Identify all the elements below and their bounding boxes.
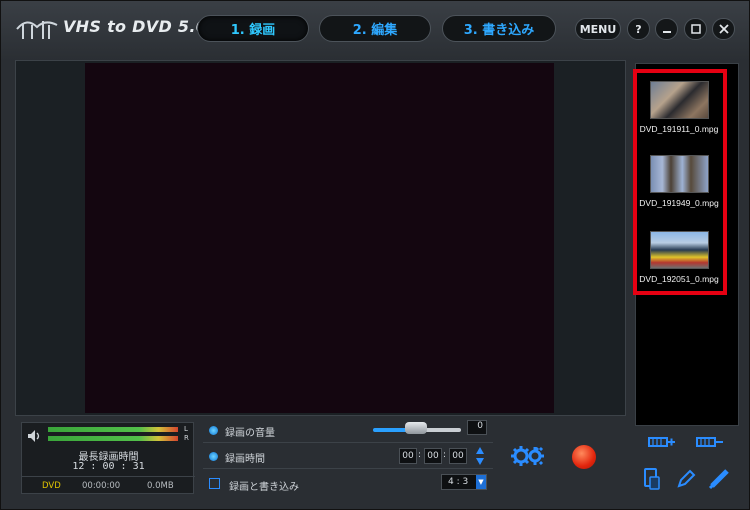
help-button[interactable]: ? [627,18,650,40]
record-and-burn-checkbox[interactable] [209,478,220,489]
edit-button[interactable] [675,467,697,491]
chevron-down-icon: ▼ [476,475,486,489]
tab-edit[interactable]: 2. 編集 [319,15,431,42]
radio-dot-icon[interactable] [209,452,218,461]
settings-button[interactable] [509,442,545,470]
record-time-label: 録画時間 [225,454,265,465]
usb-button[interactable] [707,467,731,491]
app-title: VHS to DVD 5.0 [63,17,208,36]
add-clip-button[interactable] [647,433,677,451]
remove-film-icon [696,437,723,447]
level-meter-right [48,436,178,441]
remove-clip-button[interactable] [695,433,725,451]
speaker-icon [28,430,40,442]
minimize-icon [662,31,671,33]
aspect-ratio-value: 4 : 3 [448,477,469,487]
device-icon [644,468,660,490]
file-panel-toolbar [635,429,739,499]
record-time-row: 録画時間 00 : 00 : 00 [203,445,493,469]
video-preview-area [15,60,626,416]
tab-record[interactable]: 1. 録画 [197,15,309,42]
audio-level-panel: L R 最長録画時間 12 : 00 : 31 DVD 00:00:00 0.0… [21,422,195,494]
maximize-button[interactable] [684,18,707,40]
radio-dot-icon [209,426,218,435]
volume-row: 録画の音量 0 [203,419,493,443]
device-button[interactable] [641,467,663,491]
close-button[interactable] [712,18,735,40]
selection-highlight-box [633,69,727,295]
left-channel-label: L [184,425,188,433]
title-bar: VHS to DVD 5.0 1. 録画 2. 編集 3. 書き込み MENU … [1,1,750,56]
record-time-minutes[interactable]: 00 [424,448,442,464]
video-preview [85,63,554,413]
app-window: VHS to DVD 5.0 1. 録画 2. 編集 3. 書き込み MENU … [0,0,750,510]
level-meter-left [48,427,178,432]
media-type: DVD [42,481,61,491]
elapsed-time: 00:00:00 [82,481,121,491]
time-spinner-icon[interactable] [475,446,485,466]
minimize-button[interactable] [655,18,678,40]
aspect-ratio-select[interactable]: 4 : 3 ▼ [441,474,487,490]
record-and-burn-row: 録画と書き込み 4 : 3 ▼ [203,473,493,497]
pencil-icon [677,469,696,488]
right-channel-label: R [184,434,189,442]
usb-icon [708,469,729,490]
volume-slider-thumb[interactable] [405,422,427,434]
record-time-hours[interactable]: 00 [399,448,417,464]
file-size: 0.0MB [147,481,174,491]
gears-icon [511,446,544,466]
record-and-burn-label: 録画と書き込み [229,482,299,493]
add-film-icon [648,437,675,447]
app-logo-icon [16,21,58,39]
tab-burn[interactable]: 3. 書き込み [442,15,556,42]
record-time-seconds[interactable]: 00 [449,448,467,464]
maximize-icon [690,24,701,34]
max-record-time-value: 12 : 00 : 31 [72,461,145,472]
menu-button[interactable]: MENU [575,18,621,40]
close-icon [718,24,729,34]
volume-label: 録画の音量 [225,428,275,439]
volume-value[interactable]: 0 [467,420,487,435]
record-button[interactable] [572,445,596,469]
status-row: DVD 00:00:00 0.0MB [22,476,195,494]
